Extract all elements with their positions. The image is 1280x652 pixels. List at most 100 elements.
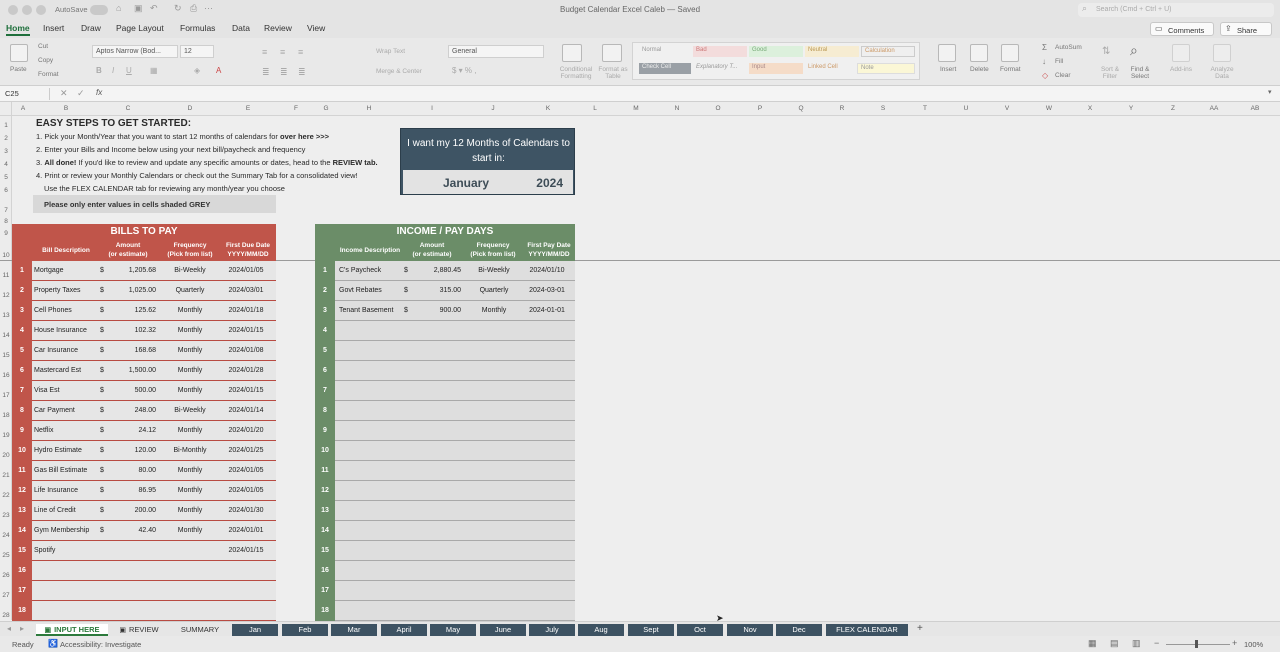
step-3[interactable]: 3. All done! If you'd like to review and… [36, 158, 378, 167]
print-icon[interactable]: ⎙ [190, 3, 197, 14]
autosum-icon[interactable]: Σ [1042, 43, 1047, 52]
column-header[interactable]: C [118, 105, 138, 112]
bills-date-cell[interactable]: 2024/01/15 [220, 327, 272, 334]
paste-icon[interactable] [10, 44, 28, 62]
bills-amount-cell[interactable]: 24.12 [138, 427, 156, 434]
bills-description-cell[interactable]: Visa Est [34, 387, 60, 394]
sheet-tab[interactable]: Sept [628, 624, 674, 636]
autosave-toggle[interactable] [90, 5, 108, 15]
row-header[interactable]: 22 [0, 492, 12, 499]
align-left-icon[interactable]: ≡ [262, 47, 267, 57]
income-frequency-cell[interactable]: Bi-Weekly [466, 267, 522, 274]
row-header[interactable]: 7 [0, 207, 12, 214]
row-header[interactable]: 4 [0, 161, 12, 168]
bills-amount-cell[interactable]: 200.00 [135, 507, 156, 514]
formula-input[interactable] [110, 87, 1265, 100]
row-header[interactable]: 2 [0, 135, 12, 142]
sheet-tab[interactable]: May [430, 624, 476, 636]
bills-frequency-cell[interactable]: Monthly [162, 467, 218, 474]
fill-label[interactable]: Fill [1055, 58, 1063, 65]
home-icon[interactable]: ⌂ [116, 3, 121, 13]
bills-date-cell[interactable]: 2024/01/20 [220, 427, 272, 434]
bills-frequency-cell[interactable]: Monthly [162, 427, 218, 434]
bills-date-cell[interactable]: 2024/01/01 [220, 527, 272, 534]
bills-amount-cell[interactable]: 1,025.00 [129, 287, 156, 294]
bills-amount-cell[interactable]: 168.68 [135, 347, 156, 354]
borders-icon[interactable]: ▦ [150, 66, 158, 75]
bills-description-cell[interactable]: Spotify [34, 547, 55, 554]
style-neutral[interactable]: Neutral [805, 46, 859, 57]
align-top-icon[interactable]: ≣ [262, 67, 270, 78]
format-painter-button[interactable]: Format [38, 71, 59, 78]
clear-label[interactable]: Clear [1055, 72, 1071, 79]
bills-date-cell[interactable]: 2024/01/05 [220, 267, 272, 274]
column-header[interactable]: K [538, 105, 558, 112]
align-right-icon[interactable]: ≡ [298, 47, 303, 57]
normal-view-icon[interactable]: ▦ [1088, 638, 1097, 649]
row-header[interactable]: 12 [0, 292, 12, 299]
step-5[interactable]: Use the FLEX CALENDAR tab for reviewing … [44, 184, 285, 193]
income-description-cell[interactable]: Tenant Basement [339, 307, 393, 314]
bills-frequency-cell[interactable]: Monthly [162, 327, 218, 334]
add-ins-icon[interactable] [1172, 44, 1190, 62]
column-header[interactable]: T [915, 105, 935, 112]
row-header[interactable]: 15 [0, 352, 12, 359]
column-header[interactable]: O [708, 105, 728, 112]
column-header[interactable]: A [13, 105, 33, 112]
style-explanatory[interactable]: Explanatory T... [693, 63, 740, 74]
accessibility-status[interactable]: Accessibility: Investigate [60, 640, 141, 649]
income-date-cell[interactable]: 2024-03-01 [521, 287, 573, 294]
bills-frequency-cell[interactable]: Monthly [162, 487, 218, 494]
minimize-window-button[interactable] [22, 5, 32, 15]
bills-amount-cell[interactable]: 1,205.68 [129, 267, 156, 274]
row-header[interactable]: 27 [0, 592, 12, 599]
bills-date-cell[interactable]: 2024/01/18 [220, 307, 272, 314]
style-linked-cell[interactable]: Linked Cell [805, 63, 841, 74]
row-header[interactable]: 23 [0, 512, 12, 519]
delete-cells-icon[interactable] [970, 44, 988, 62]
tab-page-layout[interactable]: Page Layout [116, 23, 164, 33]
row-header[interactable]: 21 [0, 472, 12, 479]
column-header[interactable]: W [1039, 105, 1059, 112]
scroll-tabs-right-icon[interactable]: ▸ [20, 624, 24, 633]
row-header[interactable]: 17 [0, 392, 12, 399]
row-header[interactable]: 20 [0, 452, 12, 459]
sheet-tab[interactable]: ▣ REVIEW [112, 624, 166, 636]
number-format-select[interactable]: General [448, 45, 544, 58]
format-cells-icon[interactable] [1001, 44, 1019, 62]
column-header[interactable]: P [750, 105, 770, 112]
bills-amount-cell[interactable]: 1,500.00 [129, 367, 156, 374]
sheet-tab[interactable]: ▣ INPUT HERE [36, 624, 108, 636]
tab-review[interactable]: Review [264, 23, 292, 33]
style-good[interactable]: Good [749, 46, 803, 57]
bills-frequency-cell[interactable]: Monthly [162, 367, 218, 374]
start-year-cell[interactable]: 2024 [536, 176, 563, 190]
style-normal[interactable]: Normal [639, 46, 664, 57]
income-date-cell[interactable]: 2024-01-01 [521, 307, 573, 314]
income-amount-cell[interactable]: 900.00 [440, 307, 461, 314]
format-as-table-icon[interactable] [602, 44, 622, 62]
add-sheet-icon[interactable]: + [917, 623, 923, 634]
bills-amount-cell[interactable]: 120.00 [135, 447, 156, 454]
column-header[interactable]: M [626, 105, 646, 112]
bills-date-cell[interactable]: 2024/01/25 [220, 447, 272, 454]
sort-filter-icon[interactable]: ⇅ [1102, 46, 1110, 57]
bills-date-cell[interactable]: 2024/01/28 [220, 367, 272, 374]
expand-formula-icon[interactable]: ▾ [1268, 88, 1272, 96]
more-icon[interactable]: ⋯ [204, 3, 213, 14]
bills-frequency-cell[interactable]: Bi-Monthly [162, 447, 218, 454]
start-month-cell[interactable]: January [443, 176, 489, 190]
bills-amount-cell[interactable]: 42.40 [138, 527, 156, 534]
row-header[interactable]: 18 [0, 412, 12, 419]
bills-description-cell[interactable]: House Insurance [34, 327, 87, 334]
currency-icon[interactable]: $ ▾ % , [452, 66, 476, 75]
fill-icon[interactable]: ↓ [1042, 57, 1046, 66]
bills-description-cell[interactable]: Mastercard Est [34, 367, 81, 374]
row-header[interactable]: 5 [0, 174, 12, 181]
redo-icon[interactable]: ↻ [174, 3, 182, 14]
bills-description-cell[interactable]: Gym Membership [34, 527, 89, 534]
step-1[interactable]: 1. Pick your Month/Year that you want to… [36, 132, 329, 141]
bills-date-cell[interactable]: 2024/01/30 [220, 507, 272, 514]
column-header[interactable]: I [422, 105, 442, 112]
tab-draw[interactable]: Draw [81, 23, 101, 33]
